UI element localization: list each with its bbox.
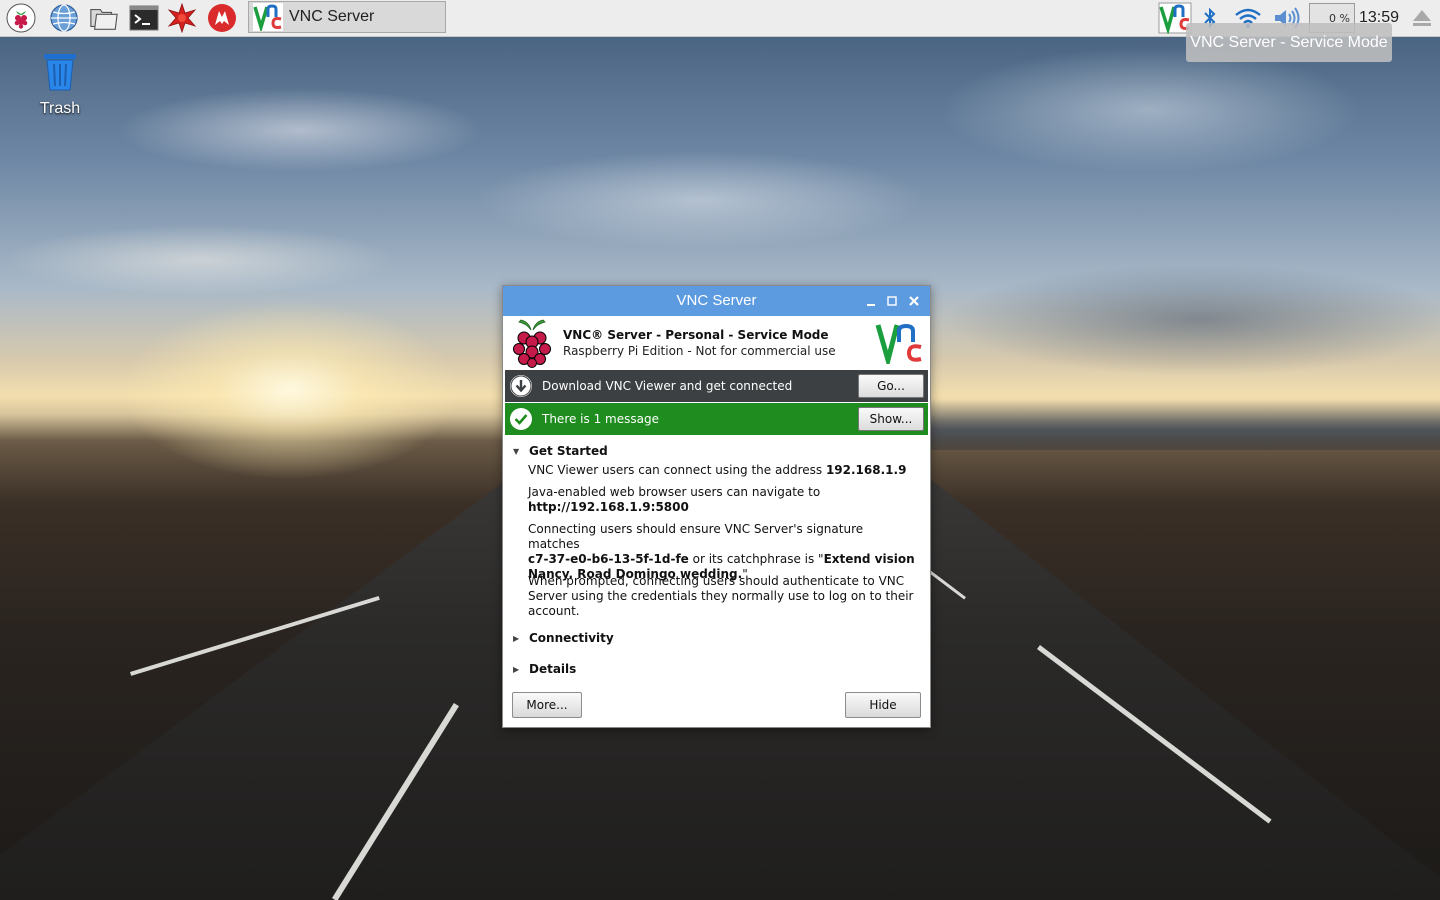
taskbar-task-label: VNC Server (289, 8, 375, 25)
section-connectivity[interactable]: ▶ Connectivity (513, 631, 614, 645)
raspberry-menu-icon (6, 3, 36, 33)
download-icon (510, 375, 532, 397)
more-button[interactable]: More... (512, 692, 582, 718)
vnc-server-window: VNC Server VNC® Server - Personal - Serv… (502, 285, 931, 728)
download-viewer-bar: Download VNC Viewer and get connected Go… (505, 370, 928, 402)
go-button[interactable]: Go... (858, 374, 924, 398)
header-title: VNC® Server - Personal - Service Mode (563, 328, 829, 342)
browser-text: Java-enabled web browser users can navig… (528, 485, 821, 499)
section-label: Connectivity (529, 631, 614, 645)
signature-text: Connecting users should ensure VNC Serve… (528, 522, 864, 551)
taskbar-task-vnc-server[interactable]: VNC Server (248, 1, 446, 34)
window-titlebar[interactable]: VNC Server (503, 286, 930, 316)
desktop-icon-label: Trash (39, 100, 81, 117)
header-subtitle: Raspberry Pi Edition - Not for commercia… (563, 344, 836, 358)
catchphrase-text: or its catchphrase is " (688, 552, 824, 566)
close-button[interactable] (906, 293, 922, 309)
close-icon (909, 296, 919, 306)
wolfram-icon (208, 4, 236, 32)
mathematica-launcher[interactable] (167, 3, 197, 33)
message-text: There is 1 message (542, 412, 659, 426)
maximize-button[interactable] (884, 293, 900, 309)
address-paragraph: VNC Viewer users can connect using the a… (528, 463, 918, 478)
sun-glow (120, 300, 460, 480)
window-header: VNC® Server - Personal - Service Mode Ra… (503, 316, 930, 370)
catchphrase-value: Extend vision (823, 552, 915, 566)
minimize-icon (867, 304, 875, 306)
section-details[interactable]: ▶ Details (513, 662, 576, 676)
raspberry-pi-logo-icon (513, 319, 551, 368)
message-bar: There is 1 message Show... (505, 403, 928, 435)
file-manager-launcher[interactable] (89, 3, 119, 33)
distant-mountains (930, 400, 1440, 450)
section-label: Details (529, 662, 577, 676)
hide-button[interactable]: Hide (845, 692, 921, 718)
menu-button[interactable] (6, 3, 36, 33)
triangle-right-icon: ▶ (513, 664, 520, 674)
web-browser-launcher[interactable] (49, 3, 79, 33)
ip-address: 192.168.1.9 (825, 463, 907, 477)
credentials-paragraph: When prompted, connecting users should a… (528, 574, 914, 618)
terminal-icon (129, 5, 159, 31)
vnc-logo-icon (253, 3, 283, 34)
browser-paragraph: Java-enabled web browser users can navig… (528, 485, 918, 515)
download-viewer-text: Download VNC Viewer and get connected (542, 379, 793, 393)
web-browser-icon (50, 4, 78, 32)
eject-icon (1413, 10, 1431, 26)
tray-tooltip: VNC Server - Service Mode (1186, 23, 1392, 62)
tray-eject[interactable] (1408, 0, 1436, 36)
maximize-icon (887, 296, 897, 306)
mathematica-icon (167, 3, 197, 33)
address-text: VNC Viewer users can connect using the a… (528, 463, 826, 477)
triangle-down-icon: ▼ (513, 446, 520, 456)
file-manager-icon (90, 9, 118, 30)
check-icon (510, 408, 532, 430)
signature-paragraph: Connecting users should ensure VNC Serve… (528, 522, 918, 582)
trash-icon (44, 54, 76, 91)
triangle-right-icon: ▶ (513, 633, 520, 643)
section-get-started[interactable]: ▼ Get Started (513, 444, 608, 458)
browser-url: http://192.168.1.9:5800 (528, 500, 689, 514)
wolfram-launcher[interactable] (207, 3, 237, 33)
vnc-logo-icon (875, 323, 922, 364)
show-button[interactable]: Show... (858, 407, 924, 431)
minimize-button[interactable] (863, 293, 879, 309)
signature-value: c7-37-e0-b6-13-5f-1d-fe (528, 552, 689, 566)
terminal-launcher[interactable] (129, 3, 159, 33)
section-label: Get Started (529, 444, 608, 458)
desktop-icon-trash[interactable]: Trash (30, 50, 90, 118)
